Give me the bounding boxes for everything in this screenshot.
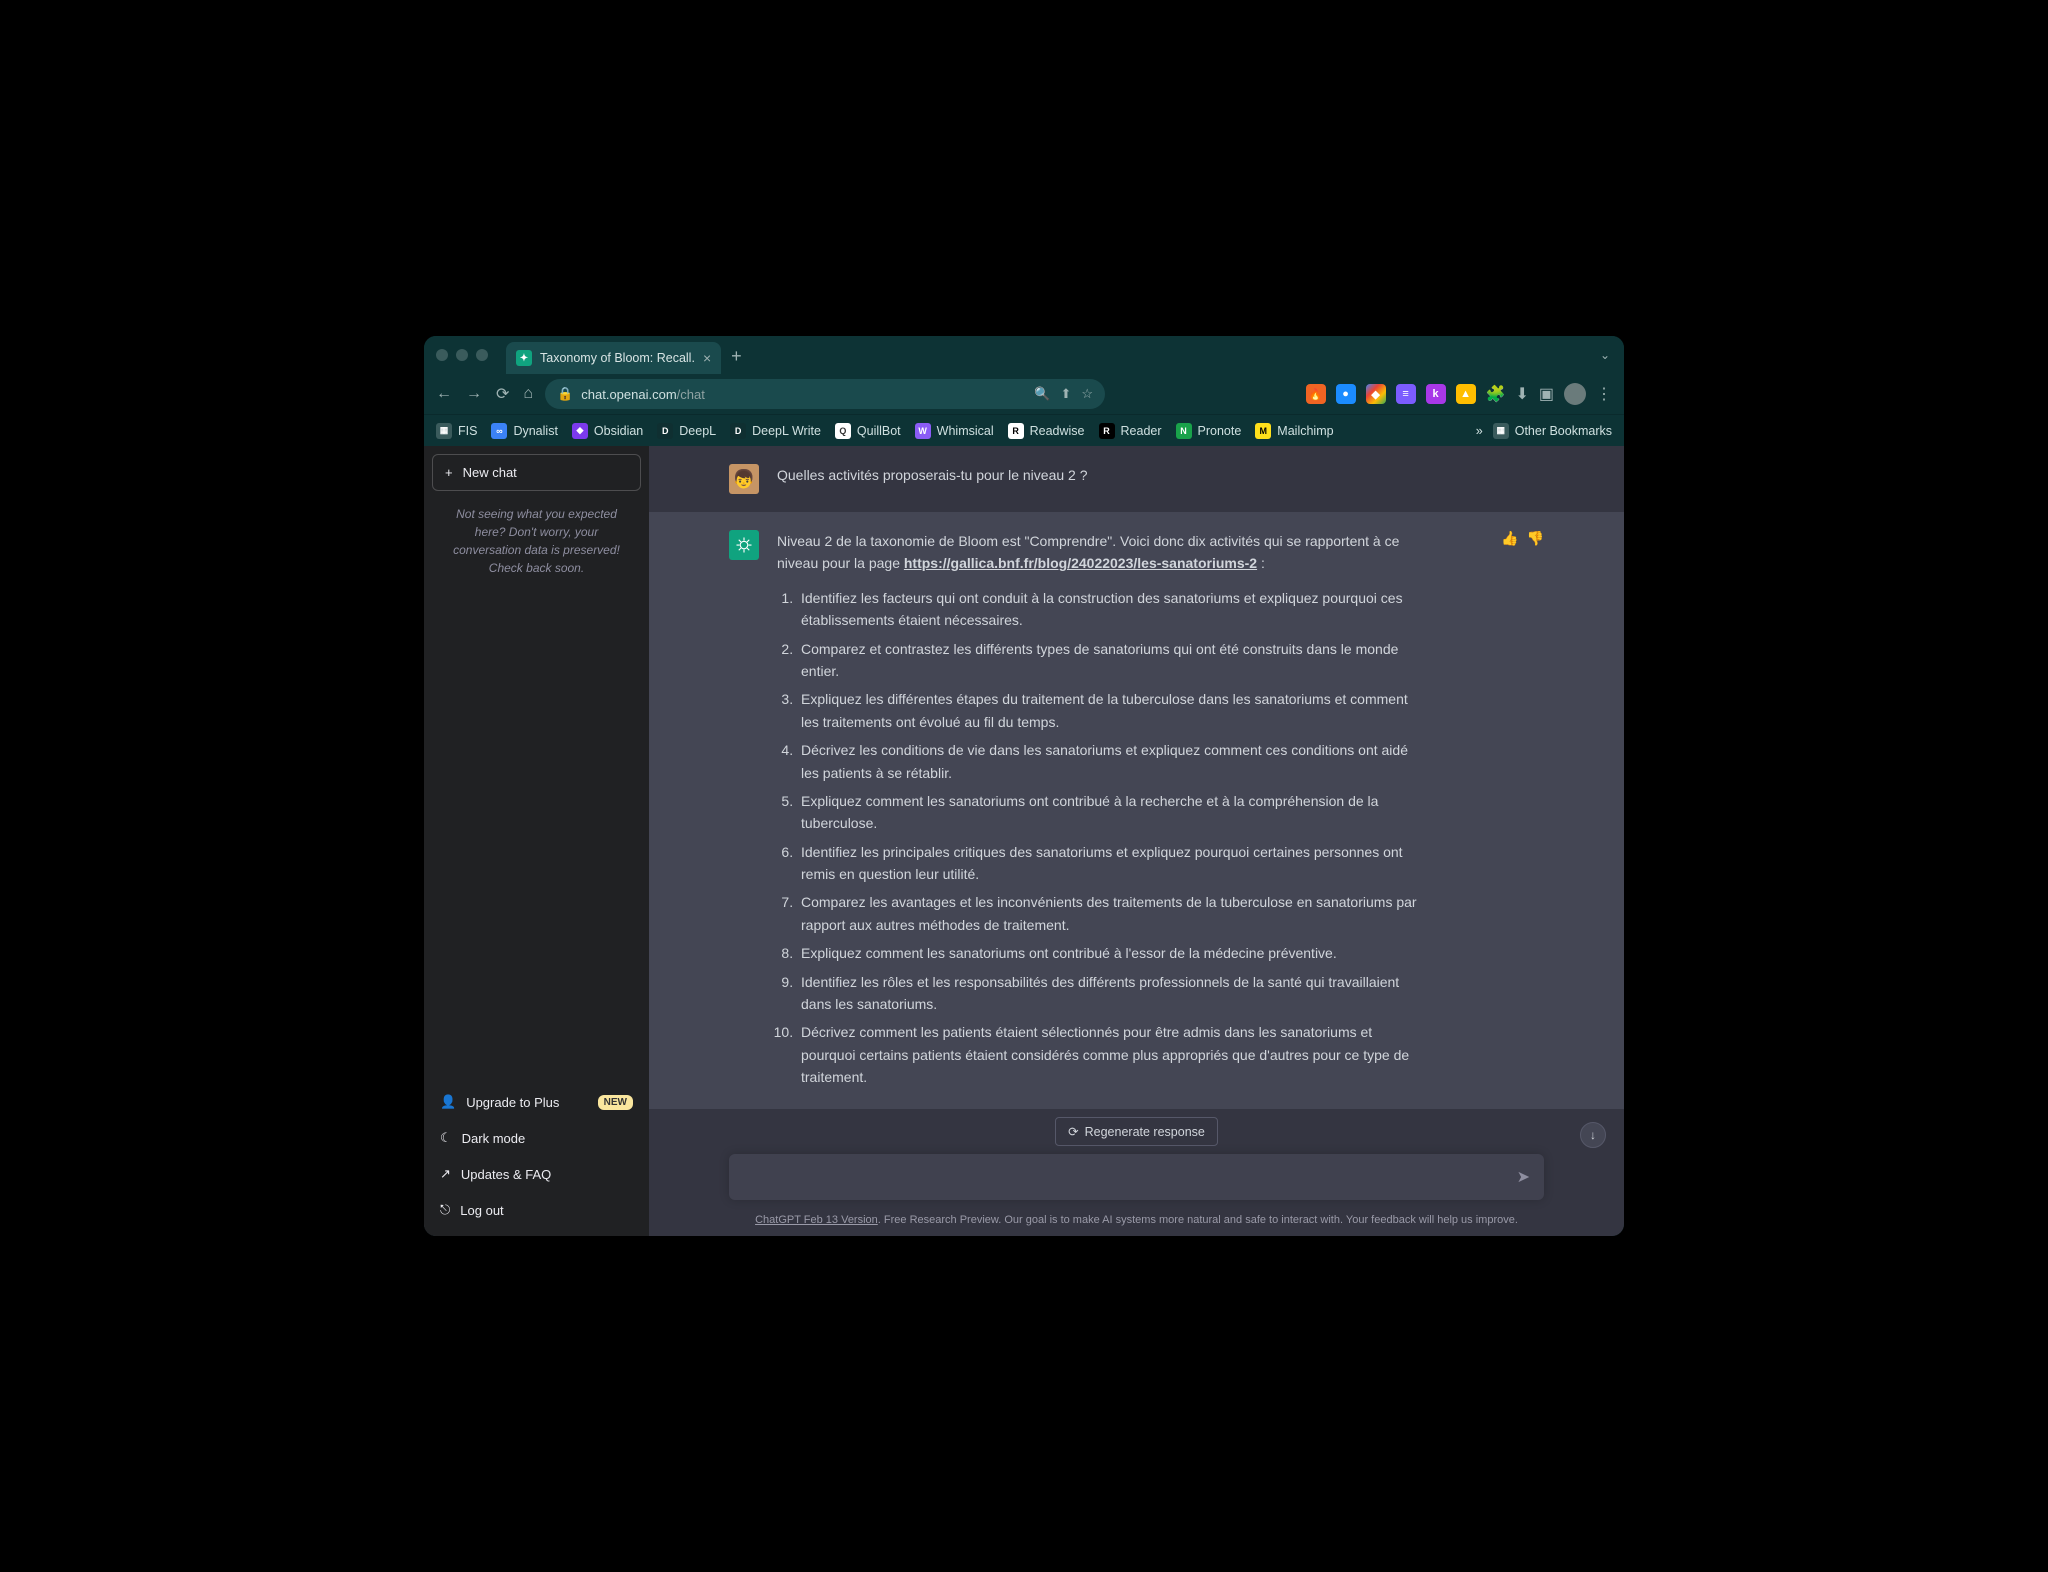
user-icon: 👤 bbox=[440, 1094, 456, 1110]
bookmark-item[interactable]: QQuillBot bbox=[835, 423, 901, 439]
chat-thread[interactable]: 👦 Quelles activités proposerais-tu pour … bbox=[649, 446, 1624, 1109]
bookmark-item[interactable]: DDeepL Write bbox=[730, 423, 821, 439]
bookmark-item[interactable]: ▦FIS bbox=[436, 423, 477, 439]
activity-list: Identifiez les facteurs qui ont conduit … bbox=[777, 587, 1427, 1089]
external-icon: ↗ bbox=[440, 1166, 451, 1182]
list-item: Comparez et contrastez les différents ty… bbox=[797, 638, 1427, 683]
url-bar[interactable]: 🔒 chat.openai.com/chat 🔍 ⬆ ☆ bbox=[545, 379, 1105, 409]
thumbs-up-icon[interactable]: 👍 bbox=[1501, 530, 1518, 547]
tab-favicon: ✦ bbox=[516, 350, 532, 366]
scroll-down-button[interactable]: ↓ bbox=[1580, 1122, 1606, 1148]
browser-window: ✦ Taxonomy of Bloom: Recall. × + ⌄ ← → ⟳… bbox=[424, 336, 1624, 1236]
profile-avatar[interactable] bbox=[1564, 383, 1586, 405]
sidebar: + New chat Not seeing what you expected … bbox=[424, 446, 649, 1236]
plus-icon: + bbox=[445, 465, 453, 480]
bookmark-item[interactable]: RReadwise bbox=[1008, 423, 1085, 439]
send-icon[interactable]: ➤ bbox=[1517, 1167, 1530, 1187]
star-icon[interactable]: ☆ bbox=[1081, 386, 1093, 402]
list-item: Expliquez les différentes étapes du trai… bbox=[797, 688, 1427, 733]
sidebar-note: Not seeing what you expected here? Don't… bbox=[432, 491, 641, 591]
version-link[interactable]: ChatGPT Feb 13 Version bbox=[755, 1214, 878, 1226]
updates-faq-button[interactable]: ↗Updates & FAQ bbox=[432, 1156, 641, 1192]
ext-icon[interactable]: ● bbox=[1336, 384, 1356, 404]
close-tab-icon[interactable]: × bbox=[703, 350, 711, 366]
assistant-avatar bbox=[729, 530, 759, 560]
tab-title: Taxonomy of Bloom: Recall. bbox=[540, 351, 695, 365]
window-controls bbox=[436, 349, 488, 361]
bookmark-item[interactable]: ◆Obsidian bbox=[572, 423, 643, 439]
thumbs-down-icon[interactable]: 👎 bbox=[1527, 530, 1544, 547]
list-item: Décrivez comment les patients étaient sé… bbox=[797, 1021, 1427, 1088]
tabs-chevron-icon[interactable]: ⌄ bbox=[1600, 348, 1610, 362]
message-input[interactable] bbox=[743, 1169, 1517, 1185]
titlebar: ✦ Taxonomy of Bloom: Recall. × + ⌄ bbox=[424, 336, 1624, 374]
menu-icon[interactable]: ⋮ bbox=[1596, 384, 1612, 404]
browser-tab[interactable]: ✦ Taxonomy of Bloom: Recall. × bbox=[506, 342, 721, 374]
regenerate-button[interactable]: ⟳ Regenerate response bbox=[1055, 1117, 1218, 1146]
ext-icon[interactable]: k bbox=[1426, 384, 1446, 404]
message-text: Niveau 2 de la taxonomie de Bloom est "C… bbox=[777, 530, 1427, 1095]
bookmark-item[interactable]: NPronote bbox=[1176, 423, 1242, 439]
new-tab-button[interactable]: + bbox=[731, 346, 742, 367]
ext-icon[interactable]: ◆ bbox=[1366, 384, 1386, 404]
list-item: Expliquez comment les sanatoriums ont co… bbox=[797, 942, 1427, 964]
bookmarks-bar: ▦FIS ∞Dynalist ◆Obsidian DDeepL DDeepL W… bbox=[424, 414, 1624, 446]
search-icon[interactable]: 🔍 bbox=[1034, 386, 1050, 402]
ext-icon[interactable]: ▲ bbox=[1456, 384, 1476, 404]
url-host: chat.openai.com bbox=[581, 387, 676, 402]
user-avatar: 👦 bbox=[729, 464, 759, 494]
list-item: Identifiez les rôles et les responsabili… bbox=[797, 971, 1427, 1016]
moon-icon: ☾ bbox=[440, 1130, 452, 1146]
maximize-window[interactable] bbox=[476, 349, 488, 361]
list-item: Identifiez les principales critiques des… bbox=[797, 841, 1427, 886]
chatgpt-app: + New chat Not seeing what you expected … bbox=[424, 446, 1624, 1236]
bookmark-item[interactable]: MMailchimp bbox=[1255, 423, 1333, 439]
new-badge: NEW bbox=[598, 1095, 633, 1110]
bookmark-item[interactable]: WWhimsical bbox=[915, 423, 994, 439]
assistant-message: Niveau 2 de la taxonomie de Bloom est "C… bbox=[649, 512, 1624, 1109]
feedback-buttons: 👍 👎 bbox=[1501, 530, 1544, 547]
main-panel: 👦 Quelles activités proposerais-tu pour … bbox=[649, 446, 1624, 1236]
ext-icon[interactable]: ≡ bbox=[1396, 384, 1416, 404]
bookmark-item[interactable]: ∞Dynalist bbox=[491, 423, 557, 439]
other-bookmarks[interactable]: ▦Other Bookmarks bbox=[1493, 423, 1612, 439]
extensions: 🔥 ● ◆ ≡ k ▲ 🧩 ⬇ ▣ ⋮ bbox=[1306, 383, 1612, 405]
share-icon[interactable]: ⬆ bbox=[1061, 386, 1072, 402]
reload-icon[interactable]: ⟳ bbox=[496, 384, 509, 404]
dark-mode-button[interactable]: ☾Dark mode bbox=[432, 1120, 641, 1156]
logout-icon: ⎋ bbox=[440, 1202, 450, 1218]
close-window[interactable] bbox=[436, 349, 448, 361]
list-item: Expliquez comment les sanatoriums ont co… bbox=[797, 790, 1427, 835]
bookmark-item[interactable]: DDeepL bbox=[657, 423, 716, 439]
message-text: Quelles activités proposerais-tu pour le… bbox=[777, 464, 1088, 494]
user-message: 👦 Quelles activités proposerais-tu pour … bbox=[649, 446, 1624, 512]
extensions-icon[interactable]: 🧩 bbox=[1486, 384, 1506, 404]
home-icon[interactable]: ⌂ bbox=[523, 385, 533, 403]
panel-icon[interactable]: ▣ bbox=[1539, 384, 1554, 404]
list-item: Comparez les avantages et les inconvénie… bbox=[797, 891, 1427, 936]
logout-button[interactable]: ⎋Log out bbox=[432, 1192, 641, 1228]
footer-note: ChatGPT Feb 13 Version. Free Research Pr… bbox=[649, 1208, 1624, 1236]
back-icon[interactable]: ← bbox=[436, 385, 452, 403]
browser-toolbar: ← → ⟳ ⌂ 🔒 chat.openai.com/chat 🔍 ⬆ ☆ 🔥 ●… bbox=[424, 374, 1624, 414]
message-input-box: ➤ bbox=[729, 1154, 1544, 1200]
bookmarks-overflow[interactable]: » bbox=[1476, 424, 1483, 438]
upgrade-button[interactable]: 👤Upgrade to Plus NEW bbox=[432, 1084, 641, 1120]
link[interactable]: https://gallica.bnf.fr/blog/24022023/les… bbox=[904, 555, 1257, 571]
url-path: /chat bbox=[677, 387, 705, 402]
minimize-window[interactable] bbox=[456, 349, 468, 361]
list-item: Décrivez les conditions de vie dans les … bbox=[797, 739, 1427, 784]
bookmark-item[interactable]: RReader bbox=[1099, 423, 1162, 439]
list-item: Identifiez les facteurs qui ont conduit … bbox=[797, 587, 1427, 632]
refresh-icon: ⟳ bbox=[1068, 1124, 1078, 1139]
forward-icon[interactable]: → bbox=[466, 385, 482, 403]
downloads-icon[interactable]: ⬇ bbox=[1515, 384, 1528, 404]
lock-icon: 🔒 bbox=[557, 386, 573, 402]
new-chat-button[interactable]: + New chat bbox=[432, 454, 641, 491]
ext-icon[interactable]: 🔥 bbox=[1306, 384, 1326, 404]
